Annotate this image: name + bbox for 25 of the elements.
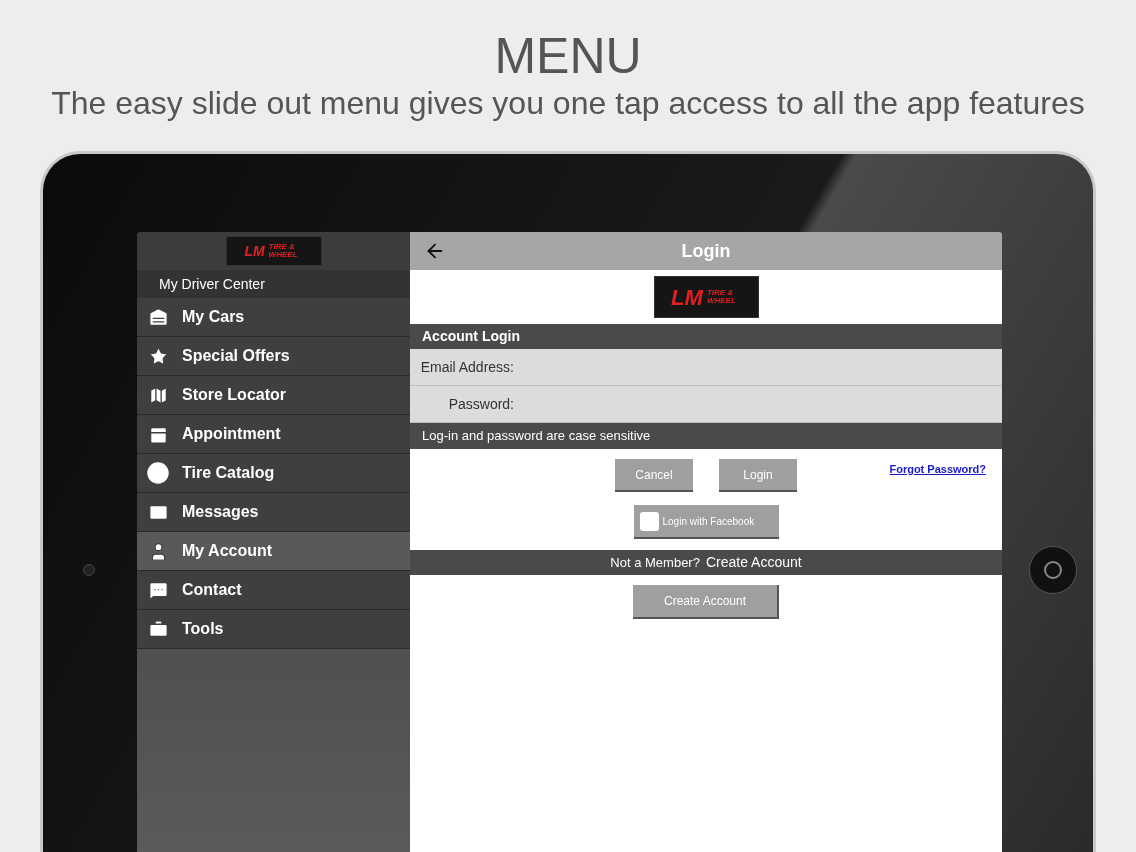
forgot-password-link[interactable]: Forgot Password? (889, 461, 986, 478)
logo-tagline: TIRE & WHEEL (268, 243, 299, 259)
garage-icon (147, 306, 169, 328)
nav-title: Login (681, 239, 731, 263)
menu-item[interactable]: Tire Catalog (137, 454, 410, 493)
logo-mark: LM (244, 241, 265, 261)
promo-subtitle: The easy slide out menu gives you one tap access to all the app features (51, 84, 1085, 122)
menu-item[interactable]: Appointment (137, 415, 410, 454)
create-account-link[interactable]: Create Account (705, 552, 802, 573)
menu-item[interactable]: Tools (137, 610, 410, 649)
menu-item[interactable]: Messages (137, 493, 410, 532)
home-button[interactable] (1029, 546, 1077, 594)
form-field[interactable]: Email Address: (410, 349, 1002, 386)
circle-icon (146, 461, 170, 485)
menu-item[interactable]: Contact (137, 571, 410, 610)
camera-icon (83, 564, 95, 576)
menu-item[interactable]: My Account (137, 532, 410, 571)
form-field[interactable]: Password: (410, 386, 1002, 423)
logo-tagline: TIRE & WHEEL (706, 289, 737, 305)
logo-mark: LM (671, 283, 703, 312)
section-header: Account Login (410, 324, 1002, 349)
promo-title: MENU (494, 28, 642, 84)
member-prompt: Not a Member? (610, 553, 700, 572)
menu-section-header: My Driver Center (137, 270, 410, 298)
note-bar: Log-in and password are case sensitive (410, 423, 1002, 449)
